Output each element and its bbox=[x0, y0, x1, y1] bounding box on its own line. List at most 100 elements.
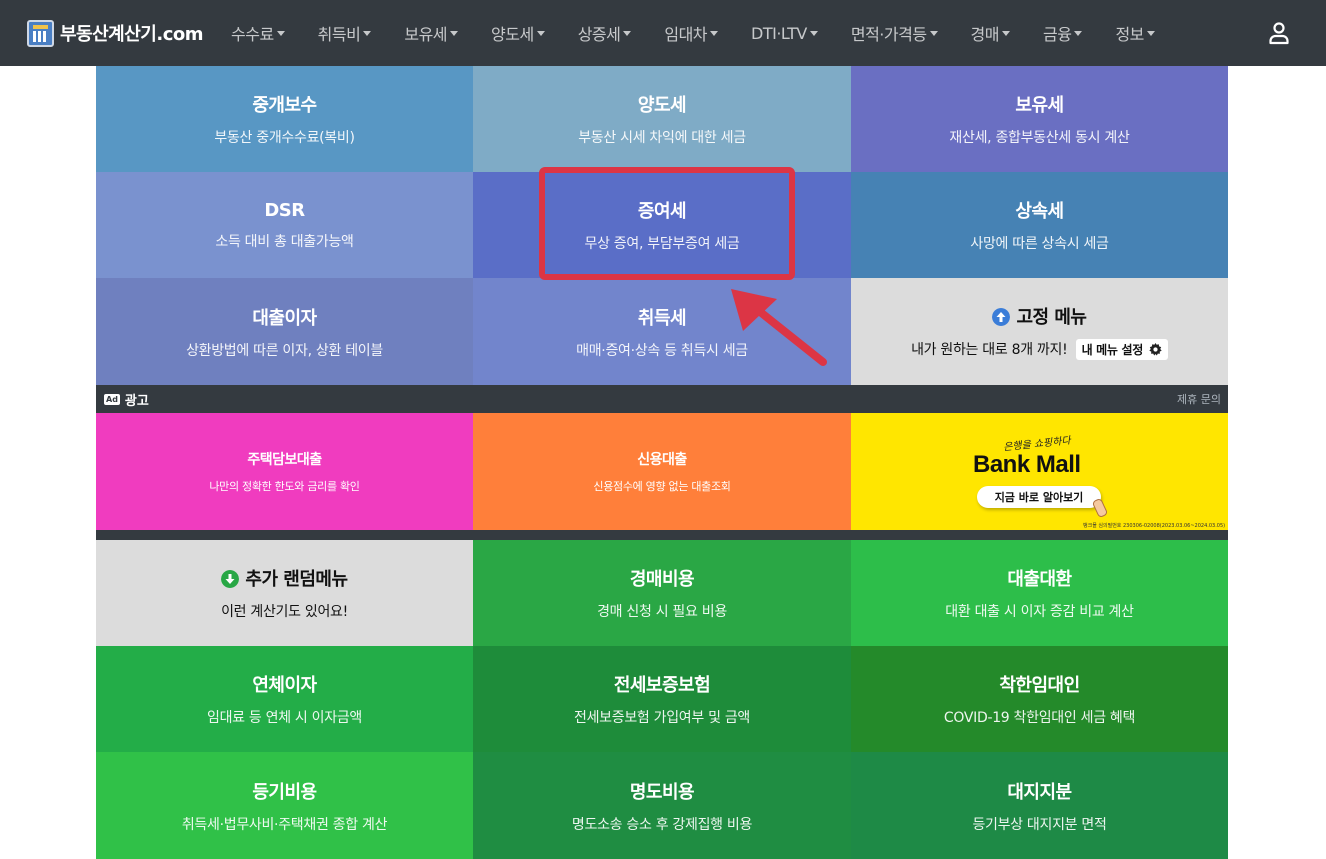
caret-down-icon bbox=[1146, 30, 1155, 36]
tile-title: 취득세 bbox=[637, 307, 687, 329]
section-divider bbox=[96, 530, 1228, 540]
nav-item-label: 임대차 bbox=[664, 25, 708, 44]
ad-title: 주택담보대출 bbox=[247, 452, 322, 468]
caret-down-icon bbox=[1002, 30, 1010, 36]
nav-item-label: 보유세 bbox=[404, 25, 448, 44]
my-menu-settings-button[interactable]: 내 메뉴 설정 bbox=[1075, 339, 1168, 360]
nav-item-auction[interactable]: 경매 bbox=[971, 21, 1010, 45]
ad-grid: 주택담보대출 나만의 정확한 한도와 금리를 확인 신용대출 신용점수에 영향 … bbox=[96, 413, 1228, 530]
ad-badge: Ad bbox=[104, 393, 120, 405]
ad-label: 광고 bbox=[124, 393, 149, 409]
caret-down-icon bbox=[929, 30, 938, 36]
fixed-menu-subtitle: 내가 원하는 대로 8개 까지! bbox=[911, 342, 1068, 358]
ad-label-group: Ad 광고 bbox=[104, 390, 149, 409]
tile-title: 보유세 bbox=[1015, 95, 1064, 116]
partnership-inquiry-link[interactable]: 제휴 문의 bbox=[1177, 391, 1221, 407]
nav-item-label: 금융 bbox=[1043, 25, 1072, 44]
random-menu-title: 추가 랜덤메뉴 bbox=[245, 569, 348, 590]
ad-tile-credit-loan[interactable]: 신용대출 신용점수에 영향 없는 대출조회 bbox=[473, 413, 851, 530]
tile-subtitle: COVID-19 착한임대인 세금 혜택 bbox=[943, 710, 1136, 726]
gear-icon bbox=[1149, 343, 1162, 356]
bank-mall-fine-print: 뱅크몰 심의필번호 230306-02008(2023.03.06~2024.0… bbox=[1083, 523, 1226, 529]
caret-down-icon bbox=[536, 30, 545, 36]
tile-subtitle: 전세보증보험 가입여부 및 금액 bbox=[574, 710, 750, 726]
tile-brokerage-fee[interactable]: 중개보수 부동산 중개수수료(복비) bbox=[96, 66, 473, 172]
tile-subtitle: 부동산 중개수수료(복비) bbox=[214, 130, 355, 146]
tile-subtitle: 명도소송 승소 후 강제집행 비용 bbox=[571, 816, 753, 833]
tile-good-landlord[interactable]: 착한임대인 COVID-19 착한임대인 세금 혜택 bbox=[851, 646, 1228, 752]
nav-item-label: 정보 bbox=[1115, 25, 1144, 44]
nav-item-transfer-tax[interactable]: 양도세 bbox=[491, 21, 545, 45]
ad-subtitle: 나만의 정확한 한도와 금리를 확인 bbox=[209, 480, 360, 493]
tile-title: 대출대환 bbox=[1007, 569, 1072, 590]
caret-down-icon bbox=[809, 30, 818, 36]
tile-jeonse-guarantee-insurance[interactable]: 전세보증보험 전세보증보험 가입여부 및 금액 bbox=[473, 646, 851, 752]
user-icon[interactable] bbox=[1267, 21, 1291, 45]
tile-extra-random-menu[interactable]: 추가 랜덤메뉴 이런 계산기도 있어요! bbox=[96, 540, 473, 646]
tile-transfer-tax[interactable]: 양도세 부동산 시세 차익에 대한 세금 bbox=[473, 66, 851, 172]
tile-loan-refinance[interactable]: 대출대환 대환 대출 시 이자 증감 비교 계산 bbox=[851, 540, 1228, 646]
tile-dsr[interactable]: DSR 소득 대비 총 대출가능액 bbox=[96, 172, 473, 278]
tile-subtitle: 재산세, 종합부동산세 동시 계산 bbox=[949, 130, 1130, 146]
tile-late-interest[interactable]: 연체이자 임대료 등 연체 시 이자금액 bbox=[96, 646, 473, 752]
tile-fixed-menu[interactable]: 고정 메뉴 내가 원하는 대로 8개 까지! 내 메뉴 설정 bbox=[851, 278, 1228, 385]
nav-item-acquisition[interactable]: 취득비 bbox=[318, 21, 372, 45]
tile-title: 등기비용 bbox=[252, 781, 317, 803]
nav-item-info[interactable]: 정보 bbox=[1115, 21, 1155, 45]
tile-subtitle: 경매 신청 시 필요 비용 bbox=[597, 604, 727, 620]
caret-down-icon bbox=[450, 30, 459, 36]
nav-item-label: 면적·가격등 bbox=[850, 25, 927, 44]
tile-holding-tax[interactable]: 보유세 재산세, 종합부동산세 동시 계산 bbox=[851, 66, 1228, 172]
tile-inheritance-tax[interactable]: 상속세 사망에 따른 상속시 세금 bbox=[851, 172, 1228, 278]
tile-title: 경매비용 bbox=[629, 569, 695, 590]
nav-item-inheritance-gift[interactable]: 상증세 bbox=[578, 21, 632, 45]
caret-down-icon bbox=[710, 30, 719, 36]
caret-down-icon bbox=[623, 30, 632, 36]
brand-name: 부동산계산기.com bbox=[60, 24, 204, 45]
tile-title: 전세보증보험 bbox=[613, 675, 711, 696]
nav-item-fees[interactable]: 수수료 bbox=[231, 21, 285, 45]
nav-item-label: 경매 bbox=[970, 25, 1000, 44]
nav-item-area-price[interactable]: 면적·가격등 bbox=[851, 21, 938, 45]
top-navbar: 부동산계산기.com 수수료 취득비 보유세 양도세 상증세 임대차 DTI·L… bbox=[0, 0, 1326, 66]
arrow-down-circle-icon bbox=[221, 570, 240, 588]
nav-item-finance[interactable]: 금융 bbox=[1043, 21, 1083, 45]
tile-title: 대지지분 bbox=[1007, 781, 1072, 803]
caret-down-icon bbox=[276, 30, 285, 36]
ad-tile-mortgage-loan[interactable]: 주택담보대출 나만의 정확한 한도와 금리를 확인 bbox=[96, 413, 473, 530]
tile-loan-interest[interactable]: 대출이자 상환방법에 따른 이자, 상환 테이블 bbox=[96, 278, 473, 385]
nav-item-holding-tax[interactable]: 보유세 bbox=[404, 21, 459, 45]
nav-item-label: 수수료 bbox=[231, 25, 274, 44]
tile-title: 명도비용 bbox=[629, 781, 695, 803]
my-menu-settings-label: 내 메뉴 설정 bbox=[1081, 343, 1144, 357]
brand-link[interactable]: 부동산계산기.com bbox=[27, 19, 219, 47]
tile-title: 연체이자 bbox=[252, 675, 317, 696]
nav-item-lease[interactable]: 임대차 bbox=[664, 21, 719, 45]
highlight-annotation-box bbox=[539, 167, 795, 280]
tile-title: 대출이자 bbox=[252, 307, 317, 329]
nav-item-label: DTI·LTV bbox=[751, 23, 807, 43]
tile-subtitle: 매매·증여·상속 등 취득시 세금 bbox=[576, 342, 748, 359]
tile-title: 중개보수 bbox=[252, 95, 317, 116]
ad-tile-bank-mall[interactable]: 은행을 쇼핑하다 Bank Mall 지금 바로 알아보기 뱅크몰 심의필번호 … bbox=[851, 413, 1228, 530]
calculator-logo-icon bbox=[27, 19, 54, 47]
ad-header-bar: Ad 광고 제휴 문의 bbox=[96, 385, 1228, 413]
bank-mall-logo-text: Bank Mall bbox=[973, 451, 1081, 478]
tile-land-share[interactable]: 대지지분 등기부상 대지지분 면적 bbox=[851, 752, 1228, 859]
tile-eviction-cost[interactable]: 명도비용 명도소송 승소 후 강제집행 비용 bbox=[473, 752, 851, 859]
random-menu-grid: 추가 랜덤메뉴 이런 계산기도 있어요! 경매비용 경매 신청 시 필요 비용 … bbox=[96, 540, 1228, 859]
tile-subtitle: 대환 대출 시 이자 증감 비교 계산 bbox=[945, 604, 1134, 620]
nav-item-label: 취득비 bbox=[317, 25, 361, 44]
tile-auction-cost[interactable]: 경매비용 경매 신청 시 필요 비용 bbox=[473, 540, 851, 646]
fixed-menu-title: 고정 메뉴 bbox=[1016, 307, 1087, 328]
bank-mall-cta-button[interactable]: 지금 바로 알아보기 bbox=[977, 486, 1101, 508]
tile-subtitle: 내가 원하는 대로 8개 까지! 내 메뉴 설정 bbox=[911, 339, 1168, 360]
pointing-finger-icon bbox=[1091, 497, 1109, 519]
tile-subtitle: 상환방법에 따른 이자, 상환 테이블 bbox=[186, 342, 383, 359]
tile-subtitle: 사망에 따른 상속시 세금 bbox=[970, 236, 1109, 252]
tile-registration-cost[interactable]: 등기비용 취득세·법무사비·주택채권 종합 계산 bbox=[96, 752, 473, 859]
nav-menu: 수수료 취득비 보유세 양도세 상증세 임대차 DTI·LTV 면적·가격등 경… bbox=[219, 21, 1155, 45]
caret-down-icon bbox=[363, 30, 372, 36]
red-arrow-icon bbox=[731, 289, 827, 366]
nav-item-dti-ltv[interactable]: DTI·LTV bbox=[751, 24, 818, 43]
